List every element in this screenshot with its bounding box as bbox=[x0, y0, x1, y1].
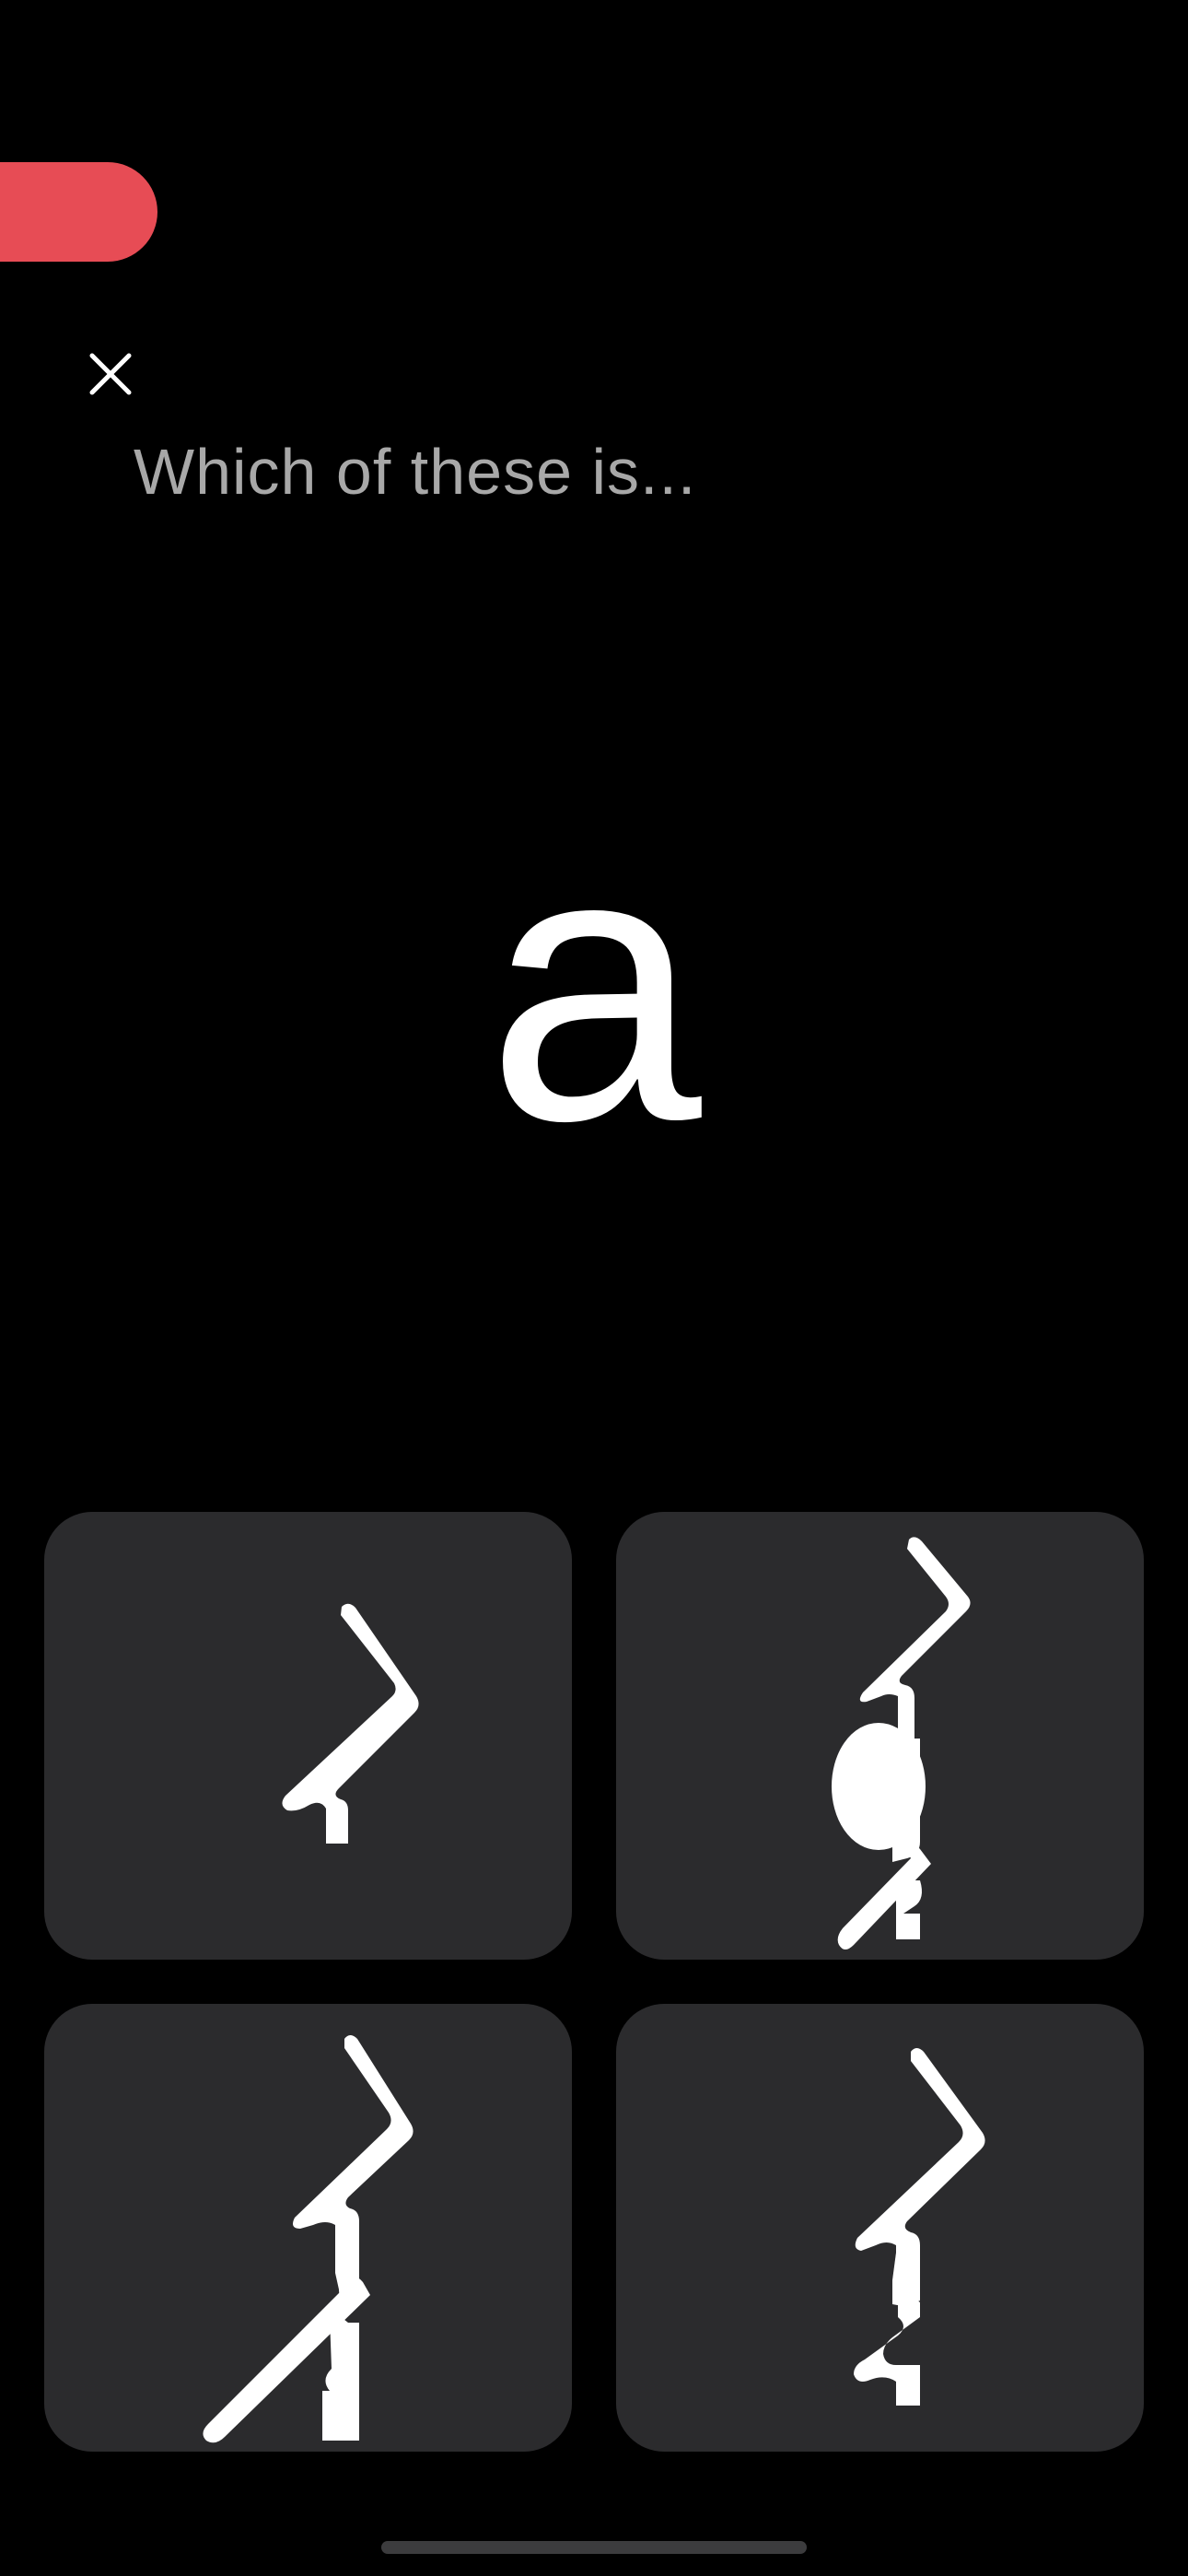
answer-option-2[interactable] bbox=[616, 1512, 1144, 1960]
progress-bar bbox=[0, 162, 157, 262]
answer-option-3[interactable] bbox=[44, 2004, 572, 2452]
close-icon bbox=[89, 353, 132, 395]
answer-option-4[interactable] bbox=[616, 2004, 1144, 2452]
home-indicator[interactable] bbox=[381, 2541, 807, 2554]
question-prompt: Which of these is... bbox=[134, 436, 697, 508]
target-letter: a bbox=[486, 769, 702, 1201]
mongolian-script-glyph-3-icon bbox=[203, 2035, 413, 2443]
mongolian-script-glyph-2-icon bbox=[832, 1537, 971, 1950]
answer-option-1[interactable] bbox=[44, 1512, 572, 1960]
mongolian-script-glyph-4-icon bbox=[854, 2048, 985, 2406]
close-button[interactable] bbox=[74, 337, 147, 411]
mongolian-script-glyph-1-icon bbox=[282, 1603, 419, 1844]
